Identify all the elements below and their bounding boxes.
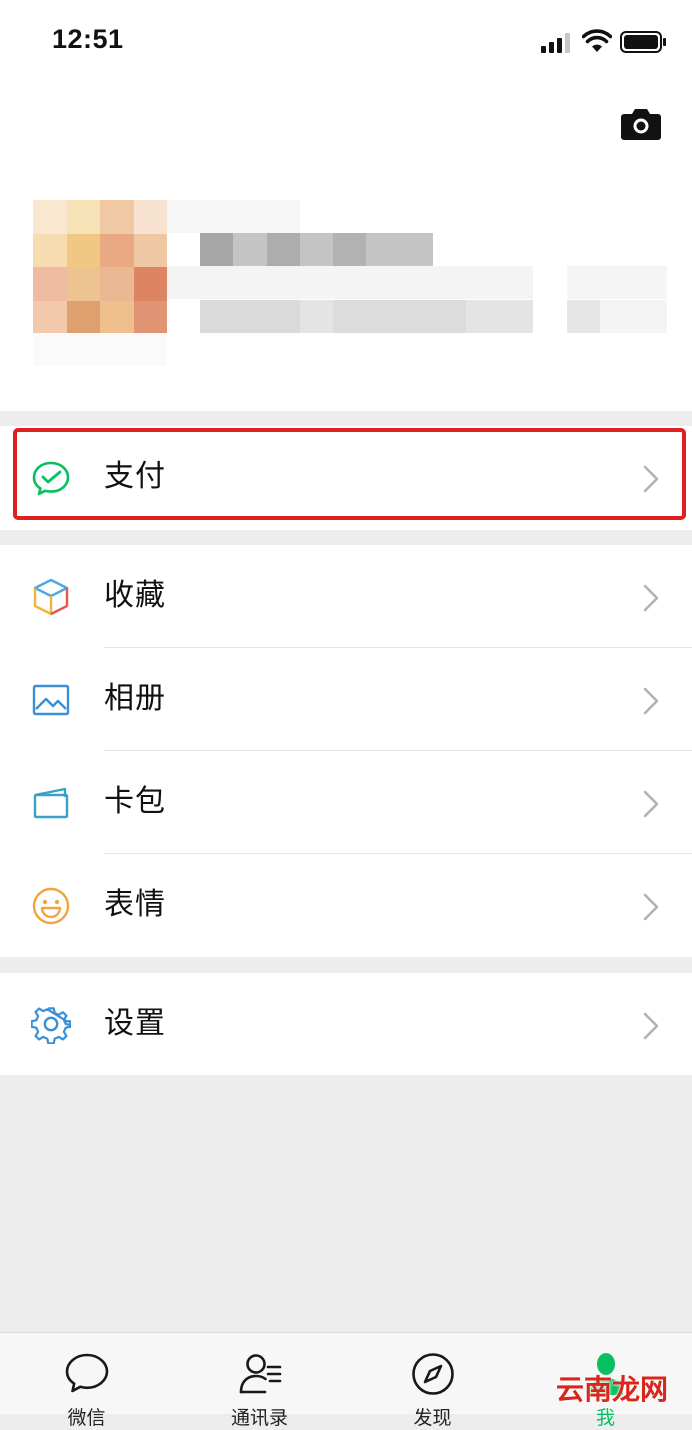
chevron-right-icon [643,465,659,493]
tab-contacts[interactable]: 通讯录 [173,1333,346,1429]
emoji-smile-icon [32,887,70,925]
settings-gear-icon [31,1007,71,1044]
menu-item-settings[interactable]: 设置 [0,973,692,1075]
avatar[interactable] [33,200,167,334]
chevron-right-icon [643,1012,659,1040]
contacts-icon [239,1354,282,1394]
tab-chats[interactable]: 微信 [0,1333,173,1429]
menu-label-favorites: 收藏 [104,578,166,613]
tab-discover[interactable]: 发现 [346,1333,519,1429]
status-time: 12:51 [52,24,124,54]
favorites-cube-icon [33,578,69,616]
menu-label-pay: 支付 [104,459,166,494]
services-group: 收藏 相册 卡包 表情 [0,545,692,957]
menu-label-settings: 设置 [104,1006,166,1041]
profile-header[interactable] [0,86,692,411]
status-bar: 12:51 [0,0,692,86]
profile-name-and-id [33,200,667,367]
menu-label-stickers: 表情 [104,887,166,922]
watermark: 云南龙网 [556,1373,669,1406]
menu-item-cards[interactable]: 卡包 [0,751,692,855]
discover-compass-icon [412,1353,454,1395]
settings-group: 设置 [0,973,692,1075]
pay-group: 支付 [0,426,692,530]
tab-label: 微信 [67,1407,106,1429]
tab-label: 发现 [413,1407,452,1429]
battery-icon [620,31,666,53]
chat-bubble-icon [65,1353,109,1393]
tab-label: 通讯录 [230,1407,288,1429]
wechat-pay-icon [32,461,70,496]
menu-label-cards: 卡包 [104,784,166,819]
menu-item-pay[interactable]: 支付 [0,426,692,530]
chevron-right-icon [643,687,659,715]
chevron-right-icon [643,584,659,612]
cellular-signal-icon [541,33,570,53]
menu-item-stickers[interactable]: 表情 [0,854,692,958]
menu-item-album[interactable]: 相册 [0,648,692,752]
wifi-icon [582,29,612,52]
chevron-right-icon [643,893,659,921]
chevron-right-icon [643,790,659,818]
card-wallet-icon [33,787,69,819]
menu-item-favorites[interactable]: 收藏 [0,545,692,649]
camera-icon[interactable] [620,106,662,140]
album-image-icon [32,684,70,716]
menu-label-album: 相册 [104,681,166,716]
